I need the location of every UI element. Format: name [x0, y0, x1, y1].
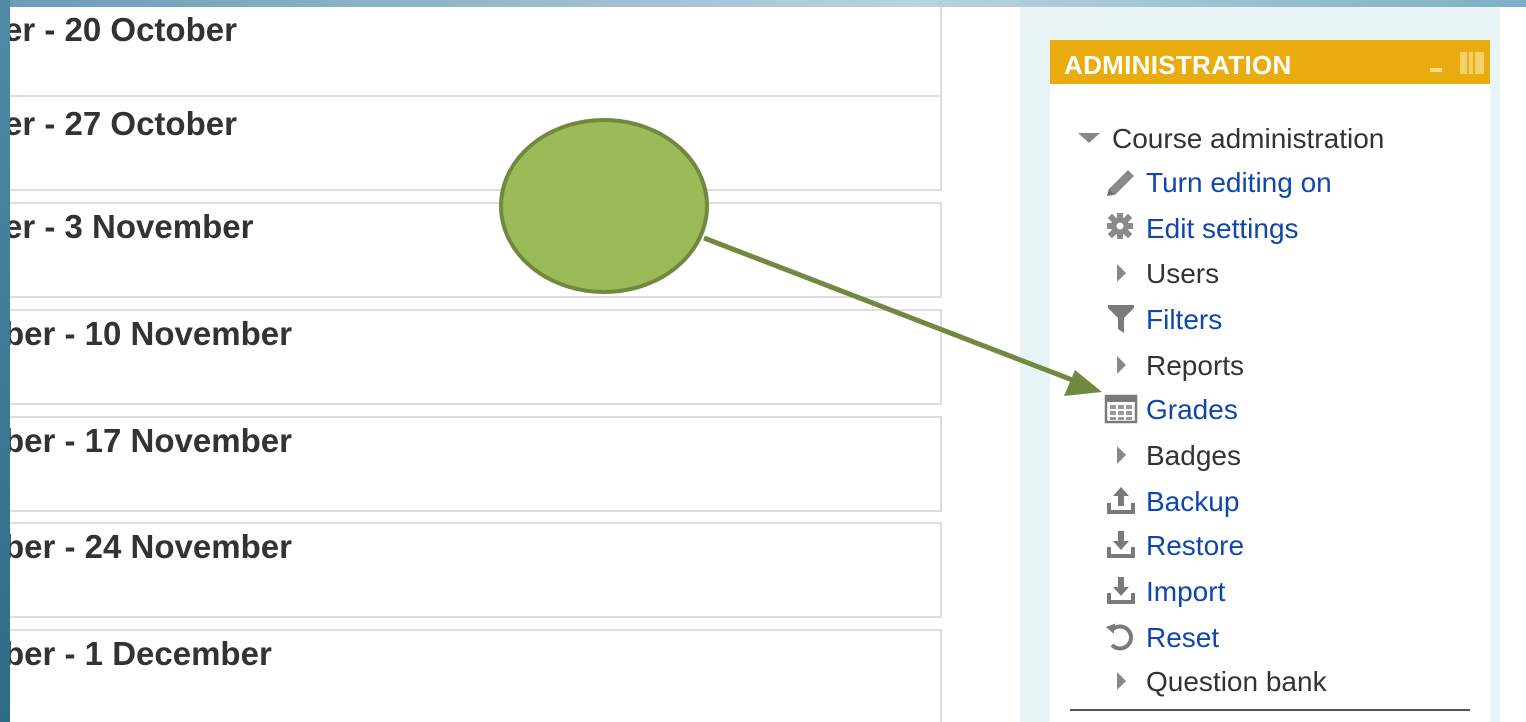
download-tray-icon: [1104, 529, 1138, 563]
triangle-right-icon: [1104, 349, 1138, 383]
triangle-down-icon: [1074, 122, 1108, 156]
course-section[interactable]: ber - 24 November: [10, 522, 942, 618]
menu-item-label: Import: [1146, 576, 1226, 607]
triangle-right-icon: [1104, 665, 1138, 699]
course-section[interactable]: er - 3 November: [10, 202, 942, 298]
course-section[interactable]: er - 20 October: [10, 7, 942, 101]
dock-icon[interactable]: [1460, 52, 1484, 74]
collapse-icon[interactable]: [1430, 68, 1442, 72]
administration-header: ADMINISTRATION: [1050, 40, 1490, 84]
filter-icon: [1104, 303, 1138, 337]
page-content: er - 20 October er - 27 October er - 3 N…: [10, 7, 1526, 722]
course-section[interactable]: er - 27 October: [10, 95, 942, 191]
administration-block: ADMINISTRATION Course administration Tur…: [1050, 40, 1490, 722]
triangle-right-icon: [1104, 257, 1138, 291]
download-tray-icon: [1104, 575, 1138, 609]
course-administration-label: Course administration: [1112, 123, 1385, 154]
course-section[interactable]: ber - 1 December: [10, 629, 942, 722]
menu-item-label: Turn editing on: [1146, 167, 1332, 198]
left-border: [0, 0, 10, 722]
pencil-icon: [1104, 166, 1138, 200]
menu-item-label: Filters: [1146, 304, 1223, 335]
upload-tray-icon: [1104, 485, 1138, 519]
menu-item-label: Restore: [1146, 530, 1245, 561]
gear-icon: [1104, 212, 1138, 246]
grades-table-icon: [1104, 393, 1138, 427]
section-title[interactable]: er - 27 October: [10, 105, 237, 143]
section-title[interactable]: er - 20 October: [10, 11, 237, 49]
menu-item-label: Reset: [1146, 622, 1220, 653]
section-title[interactable]: ber - 17 November: [10, 422, 292, 460]
section-title[interactable]: ber - 24 November: [10, 528, 292, 566]
menu-item-label: Backup: [1146, 486, 1240, 517]
menu-item-label: Edit settings: [1146, 213, 1299, 244]
menu-item-label: Grades: [1146, 394, 1238, 425]
block-divider: [1070, 709, 1470, 711]
menu-item-label: Reports: [1146, 350, 1245, 381]
administration-title: ADMINISTRATION: [1064, 50, 1292, 80]
right-column: ADMINISTRATION Course administration Tur…: [1020, 7, 1500, 722]
reset-icon: [1104, 621, 1138, 655]
menu-item-label: Badges: [1146, 440, 1241, 471]
triangle-right-icon: [1104, 439, 1138, 473]
section-title[interactable]: ber - 1 December: [10, 635, 272, 673]
section-title[interactable]: ber - 10 November: [10, 315, 292, 353]
top-border: [0, 0, 1526, 7]
course-section[interactable]: ber - 17 November: [10, 416, 942, 512]
menu-item-label: Users: [1146, 258, 1220, 289]
course-section[interactable]: ber - 10 November: [10, 309, 942, 405]
menu-item-label: Question bank: [1146, 666, 1327, 697]
section-title[interactable]: er - 3 November: [10, 208, 253, 246]
